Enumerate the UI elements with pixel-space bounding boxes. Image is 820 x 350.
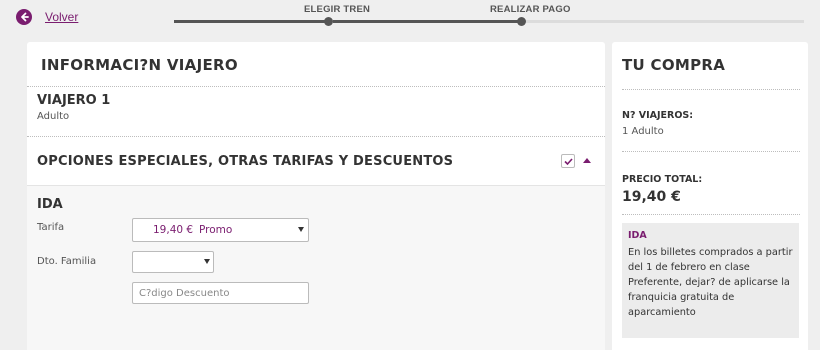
collapse-caret-icon[interactable] xyxy=(583,158,591,163)
divider xyxy=(622,89,800,90)
special-options-checkbox[interactable] xyxy=(561,154,575,168)
special-options-title[interactable]: OPCIONES ESPECIALES, OTRAS TARIFAS Y DES… xyxy=(37,154,453,169)
tarifa-name: Promo xyxy=(199,224,233,236)
tarifa-label: Tarifa xyxy=(37,222,65,233)
note-text: En los billetes comprados a partir del 1… xyxy=(628,247,793,318)
tarifa-select[interactable]: 19,40 € Promo xyxy=(132,218,309,242)
divider xyxy=(622,151,800,152)
back-link[interactable]: Volver xyxy=(45,10,78,24)
progress-steps: ELEGIR TREN REALIZAR PAGO xyxy=(174,0,804,30)
familia-label: Dto. Familia xyxy=(37,256,97,267)
ida-options-panel: IDA Tarifa 19,40 € Promo Dto. Familia xyxy=(27,185,605,350)
step-dot-elegir-tren xyxy=(324,17,333,26)
divider xyxy=(27,86,605,87)
total-price: 19,40 € xyxy=(622,189,681,205)
travelers-label: N? VIAJEROS: xyxy=(622,110,694,121)
ida-label: IDA xyxy=(37,197,63,212)
step-line-done-2 xyxy=(333,20,521,23)
arrow-left-icon[interactable] xyxy=(16,9,32,25)
divider xyxy=(622,214,800,215)
step-label-realizar-pago: REALIZAR PAGO xyxy=(490,4,571,15)
discount-code-input[interactable] xyxy=(132,282,309,304)
info-note: IDA En los billetes comprados a partir d… xyxy=(622,223,799,338)
step-line-done xyxy=(174,20,328,23)
chevron-down-icon xyxy=(298,227,304,232)
chevron-down-icon xyxy=(204,259,210,264)
divider xyxy=(27,136,605,137)
traveler-title: VIAJERO 1 xyxy=(37,93,111,108)
back-nav[interactable]: Volver xyxy=(16,9,78,25)
familia-select[interactable] xyxy=(132,251,214,273)
step-dot-realizar-pago xyxy=(517,17,526,26)
traveler-info-card: INFORMACI?N VIAJERO VIAJERO 1 Adulto OPC… xyxy=(27,42,605,350)
step-line-pending xyxy=(526,20,804,23)
summary-title: TU COMPRA xyxy=(622,56,726,74)
note-title: IDA xyxy=(628,230,647,241)
step-label-elegir-tren: ELEGIR TREN xyxy=(304,4,371,15)
page-title: INFORMACI?N VIAJERO xyxy=(41,56,238,74)
travelers-value: 1 Adulto xyxy=(622,126,664,137)
total-label: PRECIO TOTAL: xyxy=(622,174,703,185)
traveler-type: Adulto xyxy=(37,111,70,122)
tarifa-price: 19,40 € xyxy=(153,224,194,236)
purchase-summary-card: TU COMPRA N? VIAJEROS: 1 Adulto PRECIO T… xyxy=(612,42,808,350)
